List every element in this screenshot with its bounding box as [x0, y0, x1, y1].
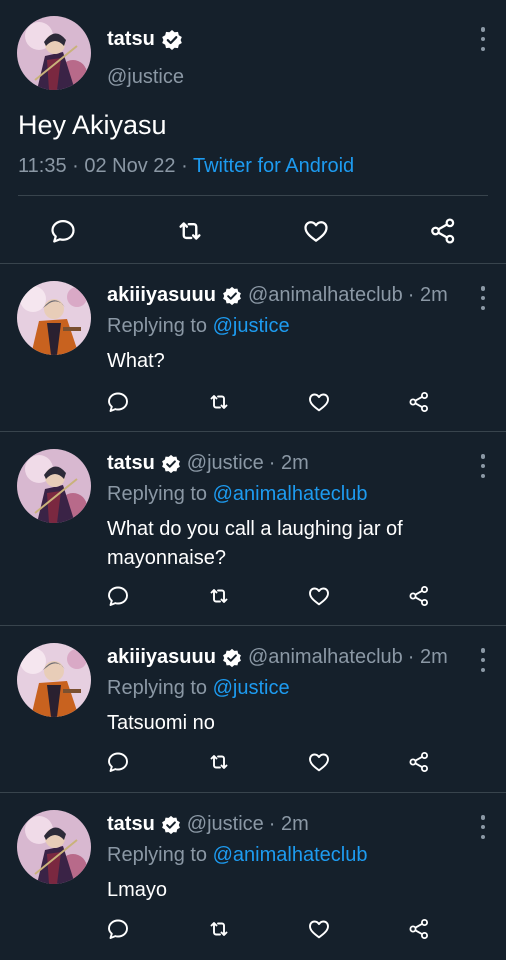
tweet-text: Tatsuomi no [107, 712, 215, 734]
avatar-tatsu[interactable] [17, 16, 91, 90]
retweet-icon[interactable] [207, 750, 231, 774]
verified-badge-icon [161, 29, 183, 51]
like-icon[interactable] [307, 917, 331, 941]
replying-to-link[interactable]: @animalhateclub [213, 844, 368, 866]
more-options-icon[interactable] [478, 454, 488, 478]
replying-to: Replying to @justice [107, 677, 290, 700]
reply-tweet[interactable]: akiiiyasuuu @animalhateclub · 2m Replyin… [0, 264, 506, 430]
author-name[interactable]: akiiiyasuuu [107, 284, 216, 307]
tweet-time: 11:35 [18, 155, 67, 177]
replying-to-label: Replying to [107, 315, 213, 337]
meta-separator: · [72, 155, 79, 177]
tweet-time: · 2m [268, 813, 309, 835]
tweet-text: What? [107, 350, 165, 372]
avatar-tatsu[interactable] [17, 449, 91, 523]
verified-badge-icon [161, 815, 181, 835]
replying-to-link[interactable]: @justice [213, 677, 290, 699]
replying-to-label: Replying to [107, 844, 213, 866]
reply-tweet[interactable]: tatsu @justice · 2m Replying to @animalh… [0, 432, 506, 625]
tweet-time: · 2m [407, 646, 448, 668]
reply-tweet[interactable]: tatsu @justice · 2m Replying to @animalh… [0, 793, 506, 960]
replying-to-label: Replying to [107, 483, 213, 505]
more-options-icon[interactable] [478, 27, 488, 51]
reply-icon[interactable] [106, 584, 130, 608]
avatar-akiiiyasuuu[interactable] [17, 643, 91, 717]
more-options-icon[interactable] [478, 815, 488, 839]
tweet-actions [0, 216, 506, 246]
share-icon[interactable] [407, 750, 431, 774]
tweet-text: What do you call a laughing jar of mayon… [107, 518, 403, 569]
share-icon[interactable] [407, 390, 431, 414]
more-options-icon[interactable] [478, 648, 488, 672]
reply-icon[interactable] [106, 917, 130, 941]
replying-to: Replying to @animalhateclub [107, 483, 367, 506]
reply-icon[interactable] [106, 390, 130, 414]
reply-icon[interactable] [48, 216, 78, 246]
tweet-time: · 2m [268, 452, 309, 474]
tweet-text: Hey Akiyasu [18, 110, 167, 140]
reply-icon[interactable] [106, 750, 130, 774]
share-icon[interactable] [428, 216, 458, 246]
retweet-icon[interactable] [207, 584, 231, 608]
replying-to-link[interactable]: @animalhateclub [213, 483, 368, 505]
avatar-akiiiyasuuu[interactable] [17, 281, 91, 355]
retweet-icon[interactable] [207, 390, 231, 414]
author-handle[interactable]: @animalhateclub [248, 646, 403, 669]
share-icon[interactable] [407, 917, 431, 941]
verified-badge-icon [222, 648, 242, 668]
more-options-icon[interactable] [478, 286, 488, 310]
divider [18, 195, 488, 196]
author-handle[interactable]: @justice [187, 452, 264, 475]
author-handle[interactable]: @justice [107, 66, 184, 89]
like-icon[interactable] [307, 584, 331, 608]
author-name[interactable]: tatsu [107, 28, 183, 51]
share-icon[interactable] [407, 584, 431, 608]
verified-badge-icon [222, 286, 242, 306]
verified-badge-icon [161, 454, 181, 474]
main-tweet: tatsu @justice Hey Akiyasu 11:35 · 02 No… [0, 0, 506, 263]
tweet-date: 02 Nov 22 [84, 155, 176, 177]
meta-separator: · [181, 155, 188, 177]
author-name-text[interactable]: tatsu [107, 28, 155, 51]
tweet-source-link[interactable]: Twitter for Android [193, 155, 354, 177]
retweet-icon[interactable] [207, 917, 231, 941]
like-icon[interactable] [307, 750, 331, 774]
like-icon[interactable] [301, 216, 331, 246]
like-icon[interactable] [307, 390, 331, 414]
replying-to: Replying to @justice [107, 315, 290, 338]
replying-to-link[interactable]: @justice [213, 315, 290, 337]
tweet-time: · 2m [407, 284, 448, 306]
retweet-icon[interactable] [175, 216, 205, 246]
author-name[interactable]: tatsu [107, 813, 155, 836]
author-name[interactable]: akiiiyasuuu [107, 646, 216, 669]
author-handle[interactable]: @justice [187, 813, 264, 836]
tweet-text: Lmayo [107, 879, 168, 901]
tweet-meta: 11:35 · 02 Nov 22 · Twitter for Android [18, 155, 354, 178]
author-name[interactable]: tatsu [107, 452, 155, 475]
author-handle[interactable]: @animalhateclub [248, 284, 403, 307]
reply-tweet[interactable]: akiiiyasuuu @animalhateclub · 2m Replyin… [0, 626, 506, 792]
avatar-tatsu[interactable] [17, 810, 91, 884]
replying-to-label: Replying to [107, 677, 213, 699]
replying-to: Replying to @animalhateclub [107, 844, 367, 867]
